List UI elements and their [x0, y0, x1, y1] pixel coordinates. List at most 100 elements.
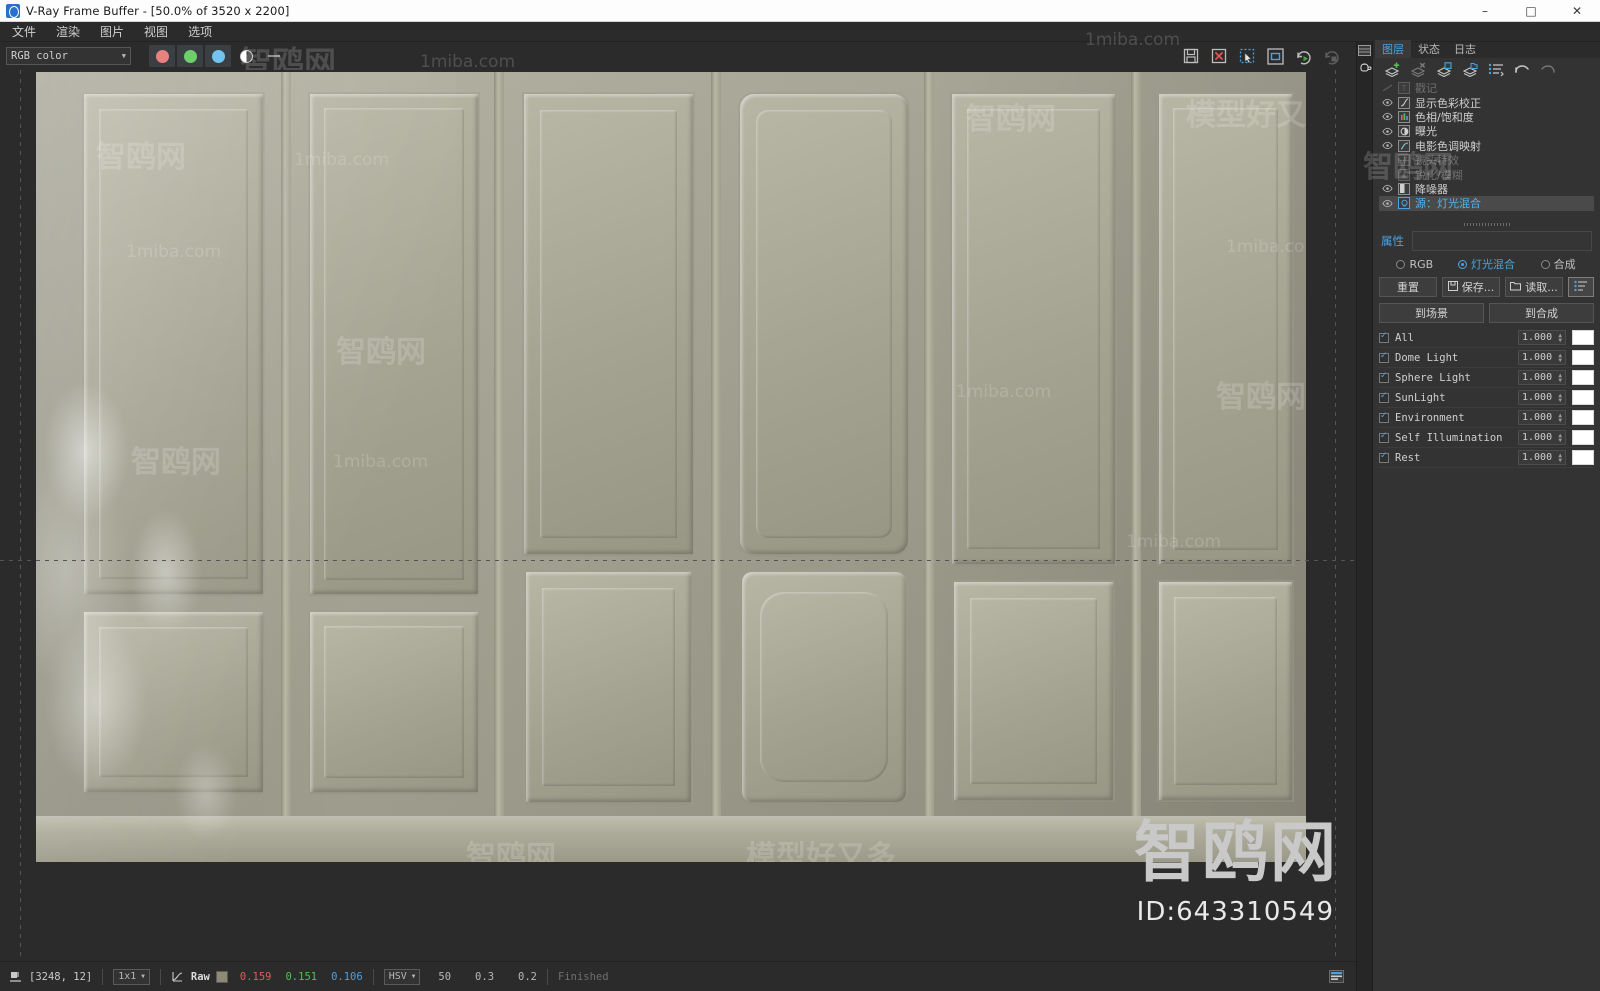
light-color-swatch[interactable] [1572, 330, 1594, 345]
list-menu-icon [1574, 280, 1588, 295]
light-mix-row-sunlight[interactable]: SunLight 1.000 ▲▼ [1379, 388, 1594, 408]
menu-options[interactable]: 选项 [186, 22, 214, 41]
mode-rgb[interactable]: RGB [1379, 258, 1451, 271]
render-canvas[interactable]: 智鸥网 1miba.com 1miba.com 智鸥网 智鸥网 1miba.co… [0, 70, 1356, 961]
visibility-off-icon[interactable] [1382, 155, 1393, 166]
blue-channel-button[interactable] [205, 45, 231, 67]
light-intensity-value: 1.000 [1522, 392, 1553, 403]
light-mix-row-all[interactable]: All 1.000 ▲▼ [1379, 328, 1594, 348]
light-intensity-stepper[interactable]: 1.000 ▲ ▼ [1518, 410, 1566, 425]
light-color-swatch[interactable] [1572, 390, 1594, 405]
green-channel-button[interactable] [177, 45, 203, 67]
render-last-region-icon[interactable] [1264, 45, 1286, 67]
region-render-icon[interactable] [1236, 45, 1258, 67]
undo-icon[interactable] [1513, 61, 1530, 77]
visibility-off-icon[interactable] [1382, 169, 1393, 180]
tab-layers[interactable]: 图层 [1375, 40, 1411, 58]
layer-list-icon[interactable] [1487, 61, 1504, 77]
light-enable-checkbox[interactable] [1379, 391, 1389, 403]
light-color-swatch[interactable] [1572, 450, 1594, 465]
visibility-on-icon[interactable] [1382, 198, 1393, 209]
visibility-off-icon[interactable] [1382, 83, 1393, 94]
options-menu-button[interactable] [1568, 277, 1594, 297]
sample-size-select[interactable]: 1x1 ▼ [113, 968, 150, 985]
maximize-button[interactable]: □ [1508, 0, 1554, 22]
color-space-select[interactable]: HSV ▼ [383, 968, 421, 985]
watermark-url: 1miba.com [420, 52, 516, 72]
light-color-swatch[interactable] [1572, 370, 1594, 385]
save-button[interactable]: 保存... [1442, 277, 1500, 297]
save-image-icon[interactable] [1180, 45, 1202, 67]
light-mix-row-sphere-light[interactable]: Sphere Light 1.000 ▲▼ [1379, 368, 1594, 388]
delete-layer-icon[interactable] [1409, 61, 1426, 77]
clear-image-icon[interactable] [1208, 45, 1230, 67]
load-layer-icon[interactable] [1461, 61, 1478, 77]
light-intensity-stepper[interactable]: 1.000 ▲ ▼ [1518, 450, 1566, 465]
menu-render[interactable]: 渲染 [54, 22, 82, 41]
light-mix-row-dome-light[interactable]: Dome Light 1.000 ▲▼ [1379, 348, 1594, 368]
channel-select[interactable]: RGB color ▼ [6, 47, 131, 65]
light-enable-checkbox[interactable] [1379, 331, 1389, 343]
layer-row-film-tonemap[interactable]: 电影色调映射 [1379, 139, 1594, 153]
curve-icon[interactable] [171, 970, 185, 984]
add-layer-icon[interactable] [1383, 61, 1400, 77]
light-color-swatch[interactable] [1572, 410, 1594, 425]
tab-log[interactable]: 日志 [1447, 40, 1483, 58]
stepper-arrows-icon: ▲ ▼ [1558, 371, 1562, 384]
rendered-image[interactable]: 智鸥网 1miba.com 1miba.com 智鸥网 智鸥网 1miba.co… [36, 72, 1306, 862]
layers-toggle-icon[interactable] [1358, 44, 1372, 56]
properties-name-field[interactable] [1412, 231, 1592, 251]
tab-status[interactable]: 状态 [1411, 40, 1447, 58]
start-render-icon[interactable] [1292, 45, 1314, 67]
visibility-on-icon[interactable] [1382, 111, 1393, 122]
menu-image[interactable]: 图片 [98, 22, 126, 41]
light-enable-checkbox[interactable] [1379, 411, 1389, 423]
menu-view[interactable]: 视图 [142, 22, 170, 41]
to-scene-button[interactable]: 到场景 [1379, 303, 1484, 323]
close-button[interactable]: ✕ [1554, 0, 1600, 22]
light-enable-checkbox[interactable] [1379, 351, 1389, 363]
mode-light-mix[interactable]: 灯光混合 [1451, 256, 1523, 272]
red-channel-button[interactable] [149, 45, 175, 67]
layer-row-denoiser[interactable]: 降噪器 [1379, 182, 1594, 196]
panel-resize-grip[interactable] [1373, 220, 1600, 228]
light-color-swatch[interactable] [1572, 430, 1594, 445]
visibility-on-icon[interactable] [1382, 126, 1393, 137]
light-intensity-stepper[interactable]: 1.000 ▲ ▼ [1518, 390, 1566, 405]
light-intensity-stepper[interactable]: 1.000 ▲ ▼ [1518, 370, 1566, 385]
layer-row-lens-effects[interactable]: 镜头特效 [1379, 153, 1594, 167]
reset-button[interactable]: 重置 [1379, 277, 1437, 297]
light-enable-checkbox[interactable] [1379, 431, 1389, 443]
layer-row-hue-saturation[interactable]: 色相/饱和度 [1379, 110, 1594, 124]
layer-row-exposure[interactable]: 曝光 [1379, 124, 1594, 138]
light-name: All [1395, 331, 1414, 344]
light-intensity-stepper[interactable]: 1.000 ▲ ▼ [1518, 430, 1566, 445]
light-intensity-stepper[interactable]: 1.000 ▲ ▼ [1518, 330, 1566, 345]
light-intensity-stepper[interactable]: 1.000 ▲ ▼ [1518, 350, 1566, 365]
light-mix-row-rest[interactable]: Rest 1.000 ▲▼ [1379, 448, 1594, 468]
mono-channel-button[interactable] [261, 45, 287, 67]
visibility-on-icon[interactable] [1382, 140, 1393, 151]
pixel-lock-icon[interactable] [8, 970, 22, 984]
light-enable-checkbox[interactable] [1379, 371, 1389, 383]
stats-panel-icon[interactable] [1329, 970, 1348, 983]
visibility-on-icon[interactable] [1382, 97, 1393, 108]
visibility-on-icon[interactable] [1382, 183, 1393, 194]
mode-composite[interactable]: 合成 [1522, 256, 1594, 272]
layer-row-sharpen-blur[interactable]: ▲ 锐化/模糊 [1379, 167, 1594, 182]
layer-row-stamp[interactable]: T 戳记 [1379, 81, 1594, 95]
light-color-swatch[interactable] [1572, 350, 1594, 365]
menu-file[interactable]: 文件 [10, 22, 38, 41]
save-layer-icon[interactable] [1435, 61, 1452, 77]
layer-row-source-light-mix[interactable]: 源：灯光混合 [1379, 196, 1594, 211]
teapot-preview-icon[interactable] [1358, 62, 1372, 74]
light-mix-row-self-illumination[interactable]: Self Illumination 1.000 ▲▼ [1379, 428, 1594, 448]
to-composite-button[interactable]: 到合成 [1489, 303, 1594, 323]
load-button[interactable]: 读取... [1505, 277, 1563, 297]
minimize-button[interactable]: – [1462, 0, 1508, 22]
alpha-channel-button[interactable] [233, 45, 259, 67]
layer-row-display-color-correction[interactable]: 显示色彩校正 [1379, 95, 1594, 110]
light-mix-row-environment[interactable]: Environment 1.000 ▲▼ [1379, 408, 1594, 428]
radio-dot-composite [1540, 259, 1550, 269]
light-enable-checkbox[interactable] [1379, 451, 1389, 463]
